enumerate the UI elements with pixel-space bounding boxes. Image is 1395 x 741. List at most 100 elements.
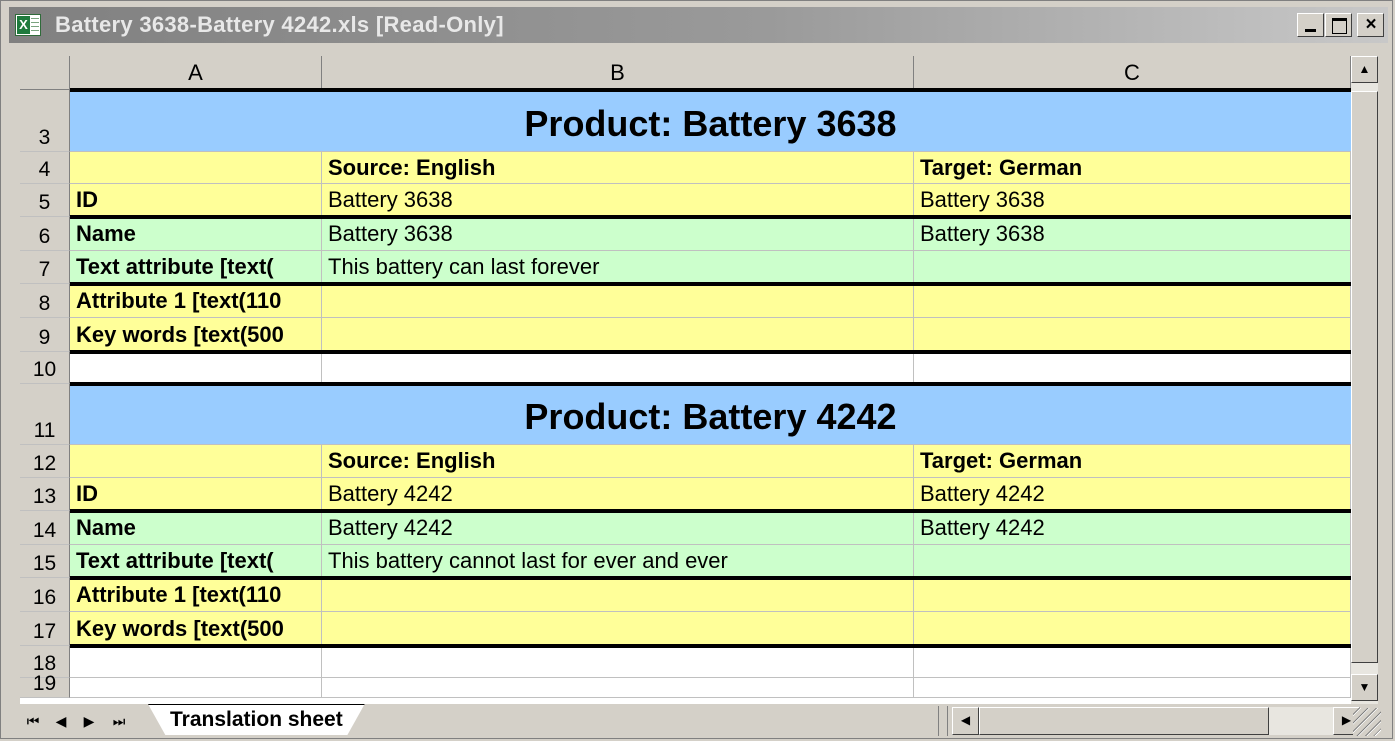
row-header-3[interactable]: 3 bbox=[20, 90, 70, 152]
cell-b19[interactable] bbox=[322, 678, 914, 697]
vertical-scroll-thumb[interactable] bbox=[1351, 91, 1378, 663]
cell-b14[interactable]: Battery 4242 bbox=[322, 511, 914, 544]
first-sheet-icon: ⏮ bbox=[26, 713, 40, 729]
column-header-c[interactable]: C bbox=[914, 56, 1351, 90]
cell-c6[interactable]: Battery 3638 bbox=[914, 217, 1351, 250]
thick-border bbox=[70, 576, 1351, 580]
cell-b13[interactable]: Battery 4242 bbox=[322, 478, 914, 510]
spreadsheet-window: X Battery 3638-Battery 4242.xls [Read-On… bbox=[0, 0, 1393, 739]
cell-a4[interactable] bbox=[70, 152, 322, 183]
row-header-11[interactable]: 11 bbox=[20, 384, 70, 445]
maximize-button[interactable] bbox=[1325, 13, 1352, 37]
cell-a8[interactable]: Attribute 1 [text(110 bbox=[70, 284, 322, 317]
vertical-scrollbar[interactable]: ▲ ▼ bbox=[1351, 56, 1378, 704]
cell-b18[interactable] bbox=[322, 646, 914, 677]
cell-c15[interactable] bbox=[914, 545, 1351, 577]
cell-c7[interactable] bbox=[914, 251, 1351, 283]
worksheet-grid[interactable]: A B C 3 Product: Battery 3638 4 Source: Eng… bbox=[20, 56, 1351, 704]
cell-c12[interactable]: Target: German bbox=[914, 445, 1351, 477]
cell-b6[interactable]: Battery 3638 bbox=[322, 217, 914, 250]
first-sheet-button[interactable]: ⏮ bbox=[22, 710, 44, 732]
sheet-tab-translation[interactable]: Translation sheet bbox=[148, 704, 365, 735]
cell-b15[interactable]: This battery cannot last for ever and ev… bbox=[322, 545, 914, 577]
cell-c5[interactable]: Battery 3638 bbox=[914, 184, 1351, 216]
minimize-button[interactable] bbox=[1297, 13, 1324, 37]
row-header-14[interactable]: 14 bbox=[20, 511, 70, 545]
row-header-13[interactable]: 13 bbox=[20, 478, 70, 511]
row-header-7[interactable]: 7 bbox=[20, 251, 70, 284]
sheet-tab-bar: ⏮ ◀ ▶ ⏭ Translation sheet ◀ ▶ bbox=[20, 704, 1378, 738]
row-header-16[interactable]: 16 bbox=[20, 578, 70, 612]
select-all-corner[interactable] bbox=[20, 56, 70, 90]
cell-a19[interactable] bbox=[70, 678, 322, 697]
cell-c8[interactable] bbox=[914, 284, 1351, 317]
cell-a15[interactable]: Text attribute [text( bbox=[70, 545, 322, 577]
close-icon: × bbox=[1365, 14, 1377, 35]
row-header-17[interactable]: 17 bbox=[20, 612, 70, 646]
cell-c14[interactable]: Battery 4242 bbox=[914, 511, 1351, 544]
scroll-up-button[interactable]: ▲ bbox=[1351, 56, 1378, 83]
last-sheet-button[interactable]: ⏭ bbox=[108, 710, 130, 732]
maximize-icon bbox=[1332, 18, 1347, 34]
cell-a18[interactable] bbox=[70, 646, 322, 677]
row-header-5[interactable]: 5 bbox=[20, 184, 70, 217]
thick-border bbox=[70, 350, 1351, 354]
row-header-19[interactable]: 19 bbox=[20, 672, 70, 698]
cell-b4[interactable]: Source: English bbox=[322, 152, 914, 183]
cell-a7[interactable]: Text attribute [text( bbox=[70, 251, 322, 283]
row-header-12[interactable]: 12 bbox=[20, 445, 70, 478]
cell-a9[interactable]: Key words [text(500 bbox=[70, 318, 322, 351]
cell-c4[interactable]: Target: German bbox=[914, 152, 1351, 183]
cell-b17[interactable] bbox=[322, 612, 914, 645]
column-header-b[interactable]: B bbox=[322, 56, 914, 90]
table-row: Name Battery 3638 Battery 3638 bbox=[70, 217, 1351, 251]
cell-a14[interactable]: Name bbox=[70, 511, 322, 544]
resize-grip[interactable] bbox=[1353, 708, 1381, 736]
next-sheet-button[interactable]: ▶ bbox=[78, 710, 100, 732]
row-header-6[interactable]: 6 bbox=[20, 217, 70, 251]
cell-c13[interactable]: Battery 4242 bbox=[914, 478, 1351, 510]
arrow-up-icon: ▲ bbox=[1358, 62, 1371, 76]
table-row bbox=[70, 352, 1351, 384]
cell-c16[interactable] bbox=[914, 578, 1351, 611]
cell-c10[interactable] bbox=[914, 352, 1351, 383]
prev-sheet-button[interactable]: ◀ bbox=[50, 710, 72, 732]
cell-c17[interactable] bbox=[914, 612, 1351, 645]
tab-split-box[interactable] bbox=[938, 706, 948, 736]
cell-a13[interactable]: ID bbox=[70, 478, 322, 510]
cell-a17[interactable]: Key words [text(500 bbox=[70, 612, 322, 645]
title-bar[interactable]: X Battery 3638-Battery 4242.xls [Read-On… bbox=[9, 7, 1388, 43]
cell-b8[interactable] bbox=[322, 284, 914, 317]
product-title-cell[interactable]: Product: Battery 3638 bbox=[70, 90, 1351, 151]
horizontal-scroll-thumb[interactable] bbox=[979, 707, 1269, 735]
table-row: Key words [text(500 bbox=[70, 612, 1351, 646]
scroll-down-button[interactable]: ▼ bbox=[1351, 674, 1378, 701]
excel-document-icon[interactable]: X bbox=[15, 14, 41, 36]
row-header-4[interactable]: 4 bbox=[20, 152, 70, 184]
cell-b9[interactable] bbox=[322, 318, 914, 351]
row-header-8[interactable]: 8 bbox=[20, 284, 70, 318]
cell-c19[interactable] bbox=[914, 678, 1351, 697]
table-row: Text attribute [text(This battery cannot… bbox=[70, 545, 1351, 578]
cell-a16[interactable]: Attribute 1 [text(110 bbox=[70, 578, 322, 611]
cell-a5[interactable]: ID bbox=[70, 184, 322, 216]
cell-b5[interactable]: Battery 3638 bbox=[322, 184, 914, 216]
cell-c18[interactable] bbox=[914, 646, 1351, 677]
cell-a6[interactable]: Name bbox=[70, 217, 322, 250]
close-button[interactable]: × bbox=[1357, 13, 1384, 37]
cell-b10[interactable] bbox=[322, 352, 914, 383]
arrow-left-icon: ◀ bbox=[960, 713, 971, 727]
product-title-cell[interactable]: Product: Battery 4242 bbox=[70, 384, 1351, 444]
scroll-left-button[interactable]: ◀ bbox=[952, 707, 979, 735]
cell-a12[interactable] bbox=[70, 445, 322, 477]
cell-b12[interactable]: Source: English bbox=[322, 445, 914, 477]
cell-c9[interactable] bbox=[914, 318, 1351, 351]
row-header-10[interactable]: 10 bbox=[20, 352, 70, 384]
horizontal-scrollbar[interactable]: ◀ ▶ bbox=[952, 707, 1360, 735]
cell-a10[interactable] bbox=[70, 352, 322, 383]
cell-b7[interactable]: This battery can last forever bbox=[322, 251, 914, 283]
column-header-a[interactable]: A bbox=[70, 56, 322, 90]
row-header-15[interactable]: 15 bbox=[20, 545, 70, 578]
row-header-9[interactable]: 9 bbox=[20, 318, 70, 352]
cell-b16[interactable] bbox=[322, 578, 914, 611]
